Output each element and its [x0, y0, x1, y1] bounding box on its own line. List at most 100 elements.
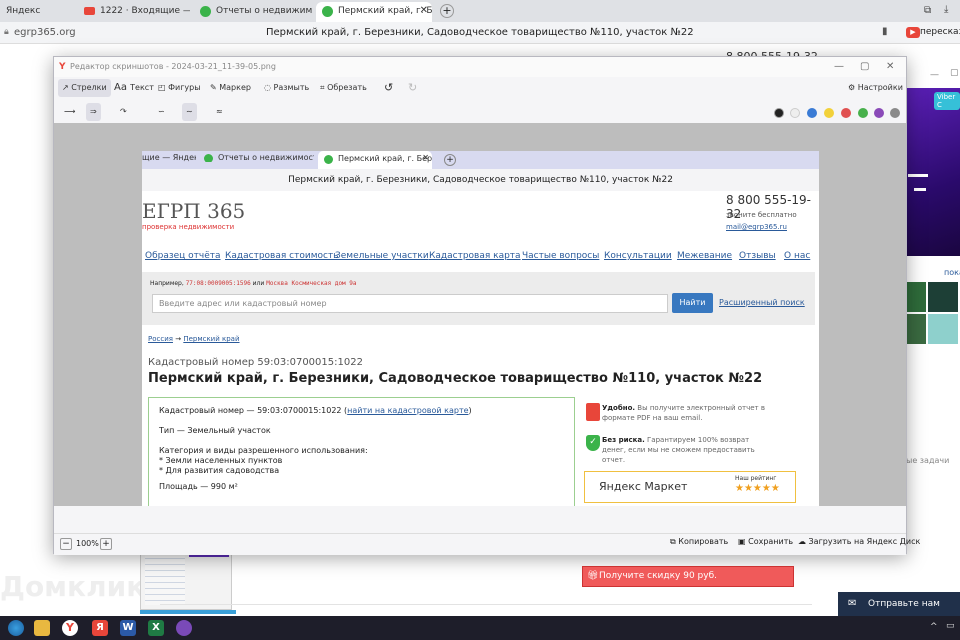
photo-thumb[interactable] — [928, 314, 958, 344]
zoom-in-icon[interactable]: + — [100, 538, 112, 550]
photo-thumb[interactable] — [928, 282, 958, 312]
info-cad-link: найти на кадастровой карте — [347, 406, 469, 415]
check-circle-icon — [322, 6, 333, 17]
color-swatch[interactable] — [774, 108, 784, 118]
example-address: Москва Космическая дом 9а — [266, 280, 357, 287]
blur-tool-button[interactable]: ◌ Размыть — [260, 79, 313, 97]
arrows-tool-button[interactable]: ↗ Стрелки — [58, 79, 111, 97]
info-cad-line: Кадастровый номер — 59:03:0700015:1022 (… — [159, 406, 564, 416]
tab-yandex[interactable]: Яндекс — [0, 2, 76, 22]
text-icon: Aa — [114, 82, 131, 93]
color-swatch[interactable] — [874, 108, 884, 118]
shot-advanced-search: Расширенный поиск — [719, 298, 805, 307]
copy-button[interactable]: ⧉ Копировать — [670, 537, 728, 547]
shapes-tool-button[interactable]: ◰ Фигуры — [154, 79, 205, 97]
shot-nav-link: Земельные участки — [335, 251, 429, 261]
tab-reports[interactable]: Отчеты о недвижимости — [194, 2, 312, 22]
shot-tab: щие — Яндек — [142, 153, 196, 162]
shot-tab-active: Пермский край, г. Бере ✕ — [318, 151, 432, 169]
edge-icon[interactable] — [8, 620, 24, 636]
editor-title-bar: Y Редактор скриншотов - 2024-03-21_11-39… — [54, 57, 906, 77]
tab-inbox[interactable]: 1222 · Входящие — Яндекс — [78, 2, 190, 22]
zoom-out-icon[interactable]: − — [60, 538, 72, 550]
taskbar: Y Я W X ^ ▭ — [0, 616, 960, 640]
show-link[interactable]: пока — [944, 268, 960, 277]
upload-label: Загрузить на Яндекс Диск — [808, 537, 921, 546]
arrow-style-bold-icon[interactable]: ⇒ — [86, 103, 101, 121]
retell-button[interactable]: пересказать — [920, 27, 960, 37]
shot-nav-link: Консультации — [604, 251, 672, 261]
folder-icon[interactable] — [34, 620, 50, 636]
crop-icon: ⌗ — [320, 83, 328, 92]
screenshot-editor-window: Y Редактор скриншотов - 2024-03-21_11-39… — [53, 56, 920, 555]
maximize-icon[interactable]: ▢ — [860, 57, 869, 77]
shot-search-example: Например, 77:08:0009005:1596 или Москва … — [150, 280, 357, 287]
color-swatch[interactable] — [790, 108, 800, 118]
photo-thumb[interactable] — [906, 314, 926, 344]
bookmark-star-icon[interactable]: ▮ — [882, 26, 888, 37]
discount-banner[interactable]: 🎁︎ Получите скидку 90 руб. — [582, 566, 794, 587]
example-or: или — [252, 280, 265, 287]
example-code: 77:08:0009005:1596 — [185, 280, 251, 287]
line-style-1-icon[interactable]: ∽ — [154, 103, 169, 121]
color-swatch[interactable] — [841, 108, 851, 118]
benefit-bold: Удобно. — [602, 404, 636, 412]
network-icon[interactable]: ▭ — [946, 621, 955, 631]
tab-label: 1222 · Входящие — Яндекс — [100, 6, 190, 16]
bookmark-icon[interactable]: ⧉ — [924, 5, 931, 16]
viber-icon[interactable] — [176, 620, 192, 636]
download-icon[interactable]: ⤓ — [944, 4, 948, 15]
editor-canvas[interactable]: щие — Яндек Отчеты о недвижимости Пермск… — [54, 123, 906, 506]
close-icon[interactable]: ✕ — [886, 57, 894, 77]
shot-logo-subtitle: проверка недвижимости — [142, 223, 235, 231]
color-swatch[interactable] — [890, 108, 900, 118]
save-button[interactable]: ▣ Сохранить — [738, 537, 793, 546]
marker-tool-button[interactable]: ✎ Маркер — [206, 79, 255, 97]
check-circle-icon — [324, 155, 333, 164]
gift-icon: 🎁︎ — [587, 571, 599, 581]
info-type: Тип — Земельный участок — [159, 426, 271, 435]
copy-label: Копировать — [678, 537, 729, 546]
upload-disk-button[interactable]: ☁ Загрузить на Яндекс Диск — [798, 537, 920, 546]
color-swatch[interactable] — [807, 108, 817, 118]
redo-icon[interactable]: ↻ — [404, 79, 421, 97]
minimize-icon[interactable]: — — [930, 70, 939, 80]
viber-banner[interactable]: Viber C — [906, 88, 960, 256]
crop-tool-button[interactable]: ⌗ Обрезать — [316, 79, 371, 97]
shot-search-panel: Например, 77:08:0009005:1596 или Москва … — [142, 272, 815, 325]
tool-label: Маркер — [219, 83, 251, 92]
banner-line — [908, 174, 928, 177]
breadcrumb-link: Пермский край — [183, 335, 240, 343]
shot-nav-link: О нас — [784, 251, 811, 261]
line-style-2-icon[interactable]: ∼ — [182, 103, 197, 121]
color-swatch[interactable] — [858, 108, 868, 118]
photo-thumb[interactable] — [906, 282, 926, 312]
shot-search-button: Найти — [672, 293, 713, 313]
viber-button[interactable]: Viber C — [934, 92, 960, 110]
line-style-3-icon[interactable]: ≈ — [212, 103, 227, 121]
new-tab-icon[interactable]: + — [440, 4, 454, 18]
color-swatch[interactable] — [824, 108, 834, 118]
tab-active-perm[interactable]: Пермский край, г. Берез ✕ — [316, 2, 432, 22]
arrow-style-curve-icon[interactable]: ↷ — [116, 103, 131, 121]
browser-tab-bar: Яндекс 1222 · Входящие — Яндекс Отчеты о… — [0, 0, 960, 22]
new-tab-icon: + — [444, 154, 456, 166]
address-bar[interactable]: 🔒︎ egrp365.org Пермский край, г. Березни… — [0, 22, 960, 44]
close-icon[interactable]: ✕ — [420, 2, 428, 20]
chat-notification[interactable]: ✉ Отправьте нам сообщ — [838, 592, 960, 633]
shot-nav-link: Образец отчёта — [145, 251, 221, 261]
text-tool-button[interactable]: Aa Текст — [110, 79, 158, 97]
excel-icon[interactable]: X — [148, 620, 164, 636]
yandex-icon[interactable]: Я — [92, 620, 108, 636]
arrow-style-thin-icon[interactable]: ⟶ — [60, 103, 79, 121]
minimize-icon[interactable]: — — [834, 57, 844, 77]
thumbnail-progress — [140, 610, 236, 614]
shot-nav-link: Частые вопросы — [522, 251, 600, 261]
maximize-icon[interactable]: ▢ — [950, 68, 959, 78]
settings-button[interactable]: ⚙ Настройки — [844, 79, 907, 97]
undo-icon[interactable]: ↺ — [380, 79, 397, 97]
tray-arrow-icon[interactable]: ^ — [930, 622, 938, 632]
yandex-browser-icon[interactable]: Y — [62, 620, 78, 636]
banner-line — [914, 188, 926, 191]
word-icon[interactable]: W — [120, 620, 136, 636]
